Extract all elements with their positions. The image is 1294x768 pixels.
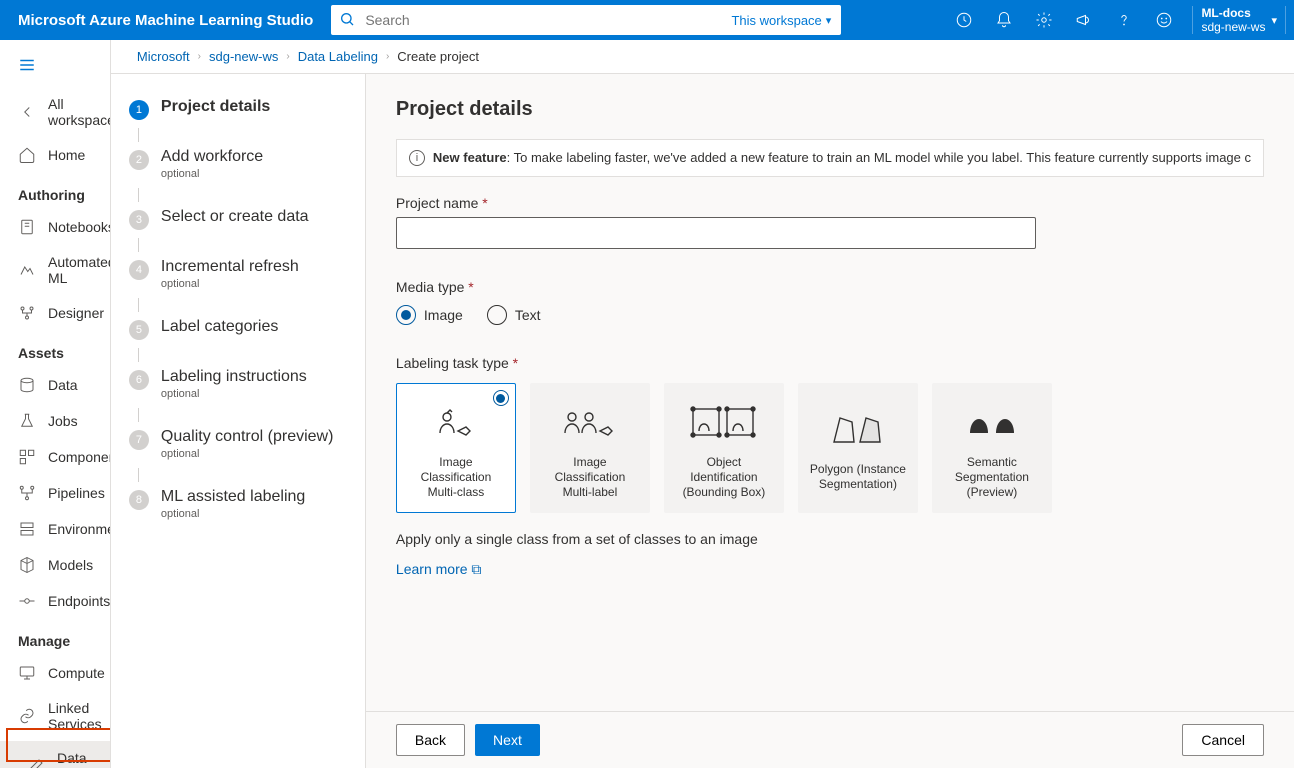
sidebar-environments[interactable]: Environments bbox=[0, 511, 110, 547]
cancel-button[interactable]: Cancel bbox=[1182, 724, 1264, 756]
flask-icon bbox=[18, 412, 36, 430]
breadcrumb-workspace[interactable]: sdg-new-ws bbox=[209, 49, 278, 64]
form-footer: Back Next Cancel bbox=[366, 711, 1294, 768]
database-icon bbox=[18, 376, 36, 394]
topbar-icons bbox=[944, 0, 1184, 40]
wizard-steps: 1Project details 2Add workforceoptional … bbox=[111, 74, 366, 768]
task-type-label: Labeling task type bbox=[396, 355, 509, 371]
sidebar-data-labeling[interactable]: Data Labeling bbox=[0, 741, 110, 768]
sidebar-compute[interactable]: Compute bbox=[0, 655, 110, 691]
smile-icon[interactable] bbox=[1144, 0, 1184, 40]
designer-icon bbox=[18, 304, 36, 322]
sidebar-all-workspaces[interactable]: All workspaces bbox=[0, 87, 110, 137]
media-text-radio[interactable]: Text bbox=[487, 305, 541, 325]
step-1[interactable]: 1Project details bbox=[129, 98, 347, 120]
sidebar-notebooks[interactable]: Notebooks bbox=[0, 209, 110, 245]
step-6[interactable]: 6Labeling instructionsoptional bbox=[129, 368, 347, 400]
sidebar-linked[interactable]: Linked Services bbox=[0, 691, 110, 741]
radio-selected-icon bbox=[493, 390, 509, 406]
hamburger-icon[interactable] bbox=[0, 46, 110, 87]
learn-more-link[interactable]: Learn more ⧉ bbox=[396, 561, 481, 577]
page-title: Project details bbox=[396, 98, 1264, 121]
cube-icon bbox=[18, 556, 36, 574]
semantic-icon bbox=[964, 397, 1020, 447]
step-4[interactable]: 4Incremental refreshoptional bbox=[129, 258, 347, 290]
form-panel: Project details i New feature: To make l… bbox=[366, 74, 1294, 768]
server-icon bbox=[18, 520, 36, 538]
bell-icon[interactable] bbox=[984, 0, 1024, 40]
next-button[interactable]: Next bbox=[475, 724, 540, 756]
media-image-radio[interactable]: Image bbox=[396, 305, 463, 325]
sidebar-designer[interactable]: Designer bbox=[0, 295, 110, 331]
step-2[interactable]: 2Add workforceoptional bbox=[129, 148, 347, 180]
chevron-down-icon: ▾ bbox=[826, 14, 832, 27]
sidebar: All workspaces Home Authoring Notebooks … bbox=[0, 40, 111, 768]
account-name: ML-docs bbox=[1201, 6, 1265, 20]
chevron-down-icon: ▾ bbox=[1271, 14, 1277, 27]
sidebar-group-manage: Manage bbox=[0, 619, 110, 655]
search-scope[interactable]: This workspace ▾ bbox=[721, 13, 841, 28]
bbox-icon bbox=[689, 397, 759, 447]
breadcrumbs: Microsoft› sdg-new-ws› Data Labeling› Cr… bbox=[111, 40, 1294, 74]
link-icon bbox=[18, 707, 36, 725]
back-button[interactable]: Back bbox=[396, 724, 465, 756]
endpoint-icon bbox=[18, 592, 36, 610]
help-icon[interactable] bbox=[1104, 0, 1144, 40]
step-5[interactable]: 5Label categories bbox=[129, 318, 347, 340]
step-8[interactable]: 8ML assisted labelingoptional bbox=[129, 488, 347, 520]
account-menu[interactable]: ML-docs sdg-new-ws ▾ bbox=[1192, 6, 1286, 35]
account-workspace: sdg-new-ws bbox=[1201, 20, 1265, 34]
gear-icon[interactable] bbox=[1024, 0, 1064, 40]
sidebar-automl[interactable]: Automated ML bbox=[0, 245, 110, 295]
search-input[interactable] bbox=[363, 11, 721, 29]
task-description: Apply only a single class from a set of … bbox=[396, 531, 1264, 547]
edit-icon bbox=[27, 757, 45, 768]
info-icon: i bbox=[409, 150, 425, 166]
pipeline-icon bbox=[18, 484, 36, 502]
monitor-icon bbox=[18, 664, 36, 682]
sidebar-data[interactable]: Data bbox=[0, 367, 110, 403]
sidebar-models[interactable]: Models bbox=[0, 547, 110, 583]
back-arrow-icon bbox=[18, 103, 36, 121]
task-card-bbox[interactable]: Object Identification (Bounding Box) bbox=[664, 383, 784, 513]
task-card-semantic[interactable]: Semantic Segmentation (Preview) bbox=[932, 383, 1052, 513]
task-card-multilabel[interactable]: Image Classification Multi-label bbox=[530, 383, 650, 513]
components-icon bbox=[18, 448, 36, 466]
sidebar-pipelines[interactable]: Pipelines bbox=[0, 475, 110, 511]
sidebar-group-assets: Assets bbox=[0, 331, 110, 367]
multiclass-icon bbox=[432, 397, 480, 447]
automl-icon bbox=[18, 261, 36, 279]
home-icon bbox=[18, 146, 36, 164]
sidebar-endpoints[interactable]: Endpoints bbox=[0, 583, 110, 619]
breadcrumb-datalabeling[interactable]: Data Labeling bbox=[298, 49, 378, 64]
step-3[interactable]: 3Select or create data bbox=[129, 208, 347, 230]
polygon-icon bbox=[830, 404, 886, 454]
task-card-polygon[interactable]: Polygon (Instance Segmentation) bbox=[798, 383, 918, 513]
breadcrumb-current: Create project bbox=[397, 49, 479, 64]
topbar: Microsoft Azure Machine Learning Studio … bbox=[0, 0, 1294, 40]
sidebar-group-authoring: Authoring bbox=[0, 173, 110, 209]
project-name-input[interactable] bbox=[396, 217, 1036, 249]
megaphone-icon[interactable] bbox=[1064, 0, 1104, 40]
search-icon bbox=[331, 11, 363, 30]
breadcrumb-microsoft[interactable]: Microsoft bbox=[137, 49, 190, 64]
external-link-icon: ⧉ bbox=[471, 561, 481, 577]
project-name-label: Project name bbox=[396, 195, 478, 211]
info-banner: i New feature: To make labeling faster, … bbox=[396, 139, 1264, 177]
sidebar-components[interactable]: Components bbox=[0, 439, 110, 475]
search-box[interactable]: This workspace ▾ bbox=[331, 5, 841, 35]
sidebar-jobs[interactable]: Jobs bbox=[0, 403, 110, 439]
notebook-icon bbox=[18, 218, 36, 236]
multilabel-icon bbox=[560, 397, 620, 447]
product-name: Microsoft Azure Machine Learning Studio bbox=[8, 12, 323, 29]
task-card-multiclass[interactable]: Image Classification Multi-class bbox=[396, 383, 516, 513]
step-7[interactable]: 7Quality control (preview)optional bbox=[129, 428, 347, 460]
clock-icon[interactable] bbox=[944, 0, 984, 40]
sidebar-home[interactable]: Home bbox=[0, 137, 110, 173]
media-type-label: Media type bbox=[396, 279, 464, 295]
